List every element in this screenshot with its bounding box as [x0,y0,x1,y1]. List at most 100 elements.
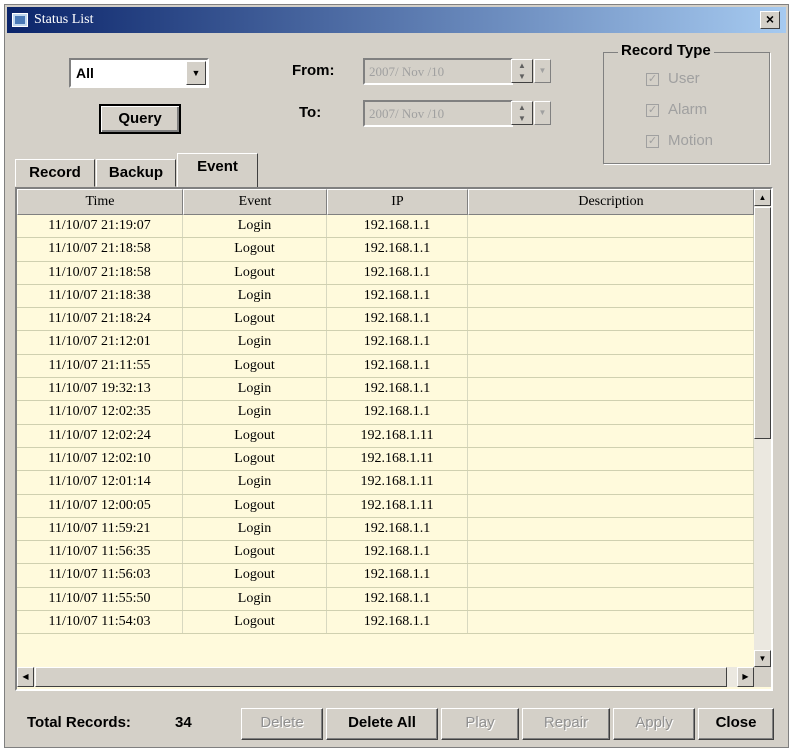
table-row[interactable]: 11/10/07 21:12:01 Login 192.168.1.1 [17,331,754,355]
cell-time: 11/10/07 11:56:03 [17,564,183,587]
table-row[interactable]: 11/10/07 11:59:21 Login 192.168.1.1 [17,517,754,542]
spin-up-icon[interactable]: ▲ [512,102,532,113]
event-list[interactable]: Time Event IP Description 11/10/07 21:19… [15,187,773,691]
table-row[interactable]: 11/10/07 12:01:14 Login 192.168.1.11 [17,471,754,495]
checkmark-icon[interactable]: ✓ [646,73,659,86]
cell-ip: 192.168.1.1 [327,308,468,331]
delete-button[interactable]: Delete [241,708,323,740]
cell-event: Login [183,331,327,354]
cell-time: 11/10/07 11:55:50 [17,587,183,611]
channel-select[interactable]: All ▼ [69,58,209,88]
table-row[interactable]: 11/10/07 12:02:24 Logout 192.168.1.11 [17,424,754,448]
cell-time: 11/10/07 21:18:24 [17,308,183,331]
play-button[interactable]: Play [441,708,519,740]
cell-description [468,284,754,308]
cell-ip: 192.168.1.1 [327,401,468,424]
chevron-down-icon[interactable]: ▼ [534,101,551,125]
cell-ip: 192.168.1.1 [327,378,468,401]
column-header-event[interactable]: Event [183,189,327,215]
table-row[interactable]: 11/10/07 21:18:58 Logout 192.168.1.1 [17,238,754,262]
to-date-spinner[interactable]: ▲ ▼ [511,101,533,125]
cell-event: Logout [183,424,327,447]
cell-event: Logout [183,308,327,331]
table-row[interactable]: 11/10/07 12:02:10 Logout 192.168.1.11 [17,447,754,472]
cell-time: 11/10/07 21:18:58 [17,238,183,261]
table-row[interactable]: 11/10/07 11:56:35 Logout 192.168.1.1 [17,541,754,565]
table-row[interactable]: 11/10/07 12:02:35 Login 192.168.1.1 [17,401,754,425]
apply-button[interactable]: Apply [613,708,695,740]
table-body: 11/10/07 21:19:07 Login 192.168.1.1 11/10/0… [17,215,754,635]
total-records-value: 34 [175,714,192,731]
cell-event: Login [183,587,327,611]
table-row[interactable]: 11/10/07 21:11:55 Logout 192.168.1.1 [17,354,754,379]
cell-ip: 192.168.1.11 [327,447,468,471]
vertical-scrollbar[interactable]: ▲ ▼ [754,189,771,667]
cell-description [468,238,754,261]
scroll-down-icon[interactable]: ▼ [754,650,771,667]
checkmark-icon[interactable]: ✓ [646,104,659,117]
scroll-left-icon[interactable]: ◀ [17,667,34,687]
chevron-down-icon[interactable]: ▼ [534,59,551,83]
cell-event: Login [183,401,327,424]
cell-event: Login [183,215,327,238]
horizontal-scroll-thumb[interactable] [35,667,727,687]
cell-description [468,587,754,611]
vertical-scroll-thumb[interactable] [754,207,771,439]
column-header-ip[interactable]: IP [327,189,468,215]
horizontal-scrollbar[interactable]: ◀ ▶ [17,667,754,687]
table-row[interactable]: 11/10/07 11:54:03 Logout 192.168.1.1 [17,611,754,635]
cell-time: 11/10/07 21:11:55 [17,354,183,378]
cell-event: Logout [183,261,327,284]
cell-event: Logout [183,564,327,587]
spin-down-icon[interactable]: ▼ [512,71,532,82]
to-date-field[interactable]: 2007/ Nov /10 ▲ ▼ ▼ [363,100,551,127]
record-type-group: Record Type ✓ User ✓ Alarm ✓ Motion [603,42,770,164]
from-date-field[interactable]: 2007/ Nov /10 ▲ ▼ ▼ [363,58,551,85]
cell-time: 11/10/07 21:18:38 [17,284,183,308]
spin-down-icon[interactable]: ▼ [512,113,532,124]
channel-select-value: All [76,65,94,81]
table-row[interactable]: 11/10/07 21:18:58 Logout 192.168.1.1 [17,261,754,285]
cell-ip: 192.168.1.1 [327,541,468,564]
table-row[interactable]: 11/10/07 11:56:03 Logout 192.168.1.1 [17,564,754,588]
cell-description [468,494,754,517]
column-header-description[interactable]: Description [468,189,754,215]
tab-record[interactable]: Record [15,159,95,187]
table-row[interactable]: 11/10/07 21:19:07 Login 192.168.1.1 [17,215,754,239]
to-label: To: [299,104,322,121]
close-window-button[interactable]: × [760,11,780,29]
table-row[interactable]: 11/10/07 21:18:24 Logout 192.168.1.1 [17,308,754,332]
checkmark-icon[interactable]: ✓ [646,135,659,148]
cell-time: 11/10/07 21:12:01 [17,331,183,354]
tab-backup[interactable]: Backup [96,159,176,187]
cell-ip: 192.168.1.1 [327,261,468,284]
tab-event[interactable]: Event [177,153,258,187]
table-row[interactable]: 11/10/07 19:32:13 Login 192.168.1.1 [17,378,754,402]
column-header-time[interactable]: Time [17,189,183,215]
close-button[interactable]: Close [698,708,774,740]
scroll-right-icon[interactable]: ▶ [737,667,754,687]
chevron-down-icon[interactable]: ▼ [186,61,206,85]
cell-event: Logout [183,238,327,261]
cell-time: 11/10/07 11:56:35 [17,541,183,564]
table-row[interactable]: 11/10/07 11:55:50 Login 192.168.1.1 [17,587,754,612]
cell-description [468,401,754,424]
cell-event: Logout [183,611,327,634]
spin-up-icon[interactable]: ▲ [512,60,532,71]
cell-description [468,331,754,354]
table-row[interactable]: 11/10/07 12:00:05 Logout 192.168.1.11 [17,494,754,518]
scroll-up-icon[interactable]: ▲ [754,189,771,206]
delete-all-button[interactable]: Delete All [326,708,438,740]
title-bar[interactable]: Status List × [7,7,786,33]
cell-description [468,354,754,378]
cell-time: 11/10/07 21:19:07 [17,215,183,238]
cell-ip: 192.168.1.11 [327,494,468,517]
table-header: Time Event IP Description [17,189,754,215]
table-row[interactable]: 11/10/07 21:18:38 Login 192.168.1.1 [17,284,754,309]
from-date-spinner[interactable]: ▲ ▼ [511,59,533,83]
cell-ip: 192.168.1.1 [327,354,468,378]
cell-ip: 192.168.1.1 [327,517,468,541]
total-records-label: Total Records: [27,714,131,731]
query-button[interactable]: Query [99,104,181,134]
repair-button[interactable]: Repair [522,708,610,740]
